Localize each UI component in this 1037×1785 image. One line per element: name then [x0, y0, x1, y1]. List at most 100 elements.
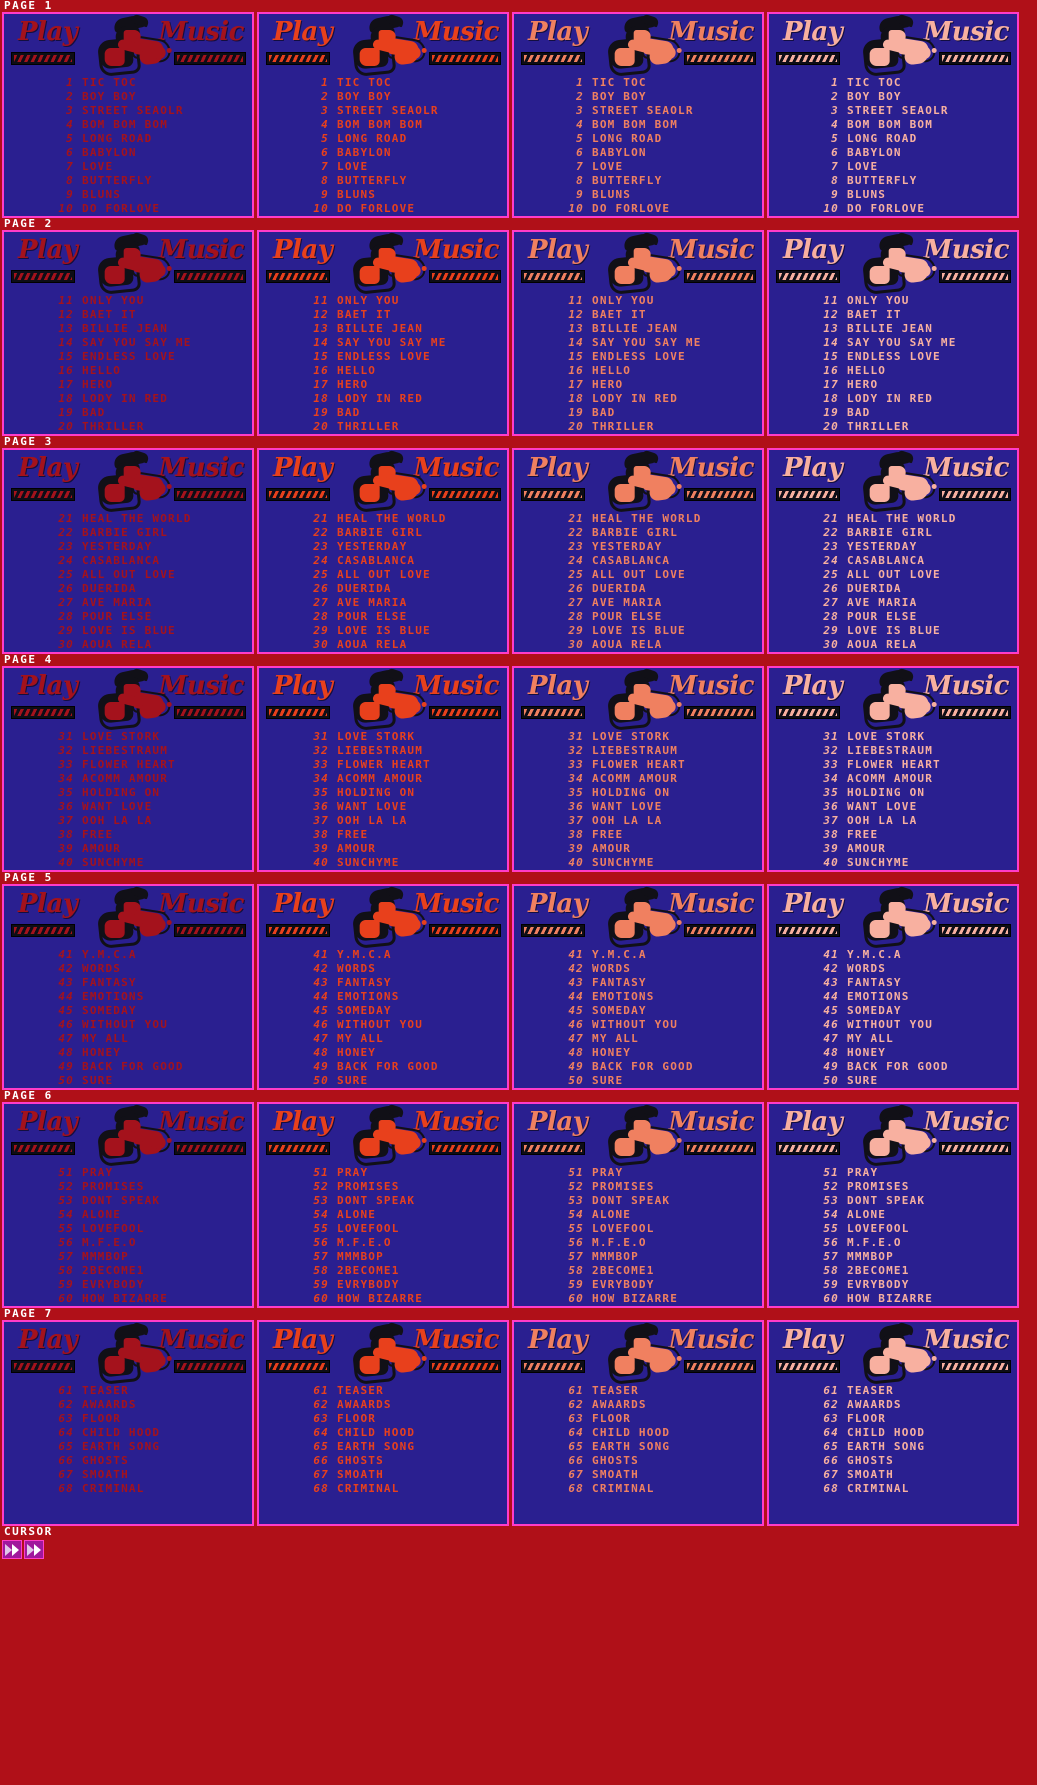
song-row[interactable]: 60 HOW BIZARRE [309, 1292, 507, 1306]
song-row[interactable]: 58 2BECOME1 [819, 1264, 1017, 1278]
song-row[interactable]: 6 BABYLON [54, 146, 252, 160]
song-panel-variant-2[interactable]: Play Music 41 Y.M.C.A 42 WORDS 43 FANTASY 44 EMOT… [257, 884, 509, 1090]
song-panel-variant-3[interactable]: Play Music 61 TEASER 62 AWAARDS 63 FLOOR 64 CHILD… [512, 1320, 764, 1526]
song-row[interactable]: 37 OOH LA LA [54, 814, 252, 828]
song-panel-variant-1[interactable]: Play Music 31 LOVE STORK 32 LIEBESTRAUM 33 FLOW… [2, 666, 254, 872]
song-row[interactable]: 10 DO FORLOVE [564, 202, 762, 216]
song-row[interactable]: 55 LOVEFOOL [819, 1222, 1017, 1236]
song-row[interactable]: 13 BILLIE JEAN [564, 322, 762, 336]
song-panel-variant-2[interactable]: Play Music 11 ONLY YOU 12 BAET IT 13 BILLIE JEA… [257, 230, 509, 436]
song-row[interactable]: 55 LOVEFOOL [309, 1222, 507, 1236]
song-row[interactable]: 7 LOVE [819, 160, 1017, 174]
song-row[interactable]: 39 AMOUR [819, 842, 1017, 856]
song-row[interactable]: 66 GHOSTS [819, 1454, 1017, 1468]
song-row[interactable]: 64 CHILD HOOD [54, 1426, 252, 1440]
song-row[interactable]: 45 SOMEDAY [819, 1004, 1017, 1018]
song-row[interactable]: 35 HOLDING ON [819, 786, 1017, 800]
song-row[interactable]: 7 LOVE [309, 160, 507, 174]
song-row[interactable]: 17 HERO [309, 378, 507, 392]
song-panel-variant-2[interactable]: Play Music 61 TEASER 62 AWAARDS 63 FLOOR 64 CHILD… [257, 1320, 509, 1526]
song-row[interactable]: 12 BAET IT [309, 308, 507, 322]
song-row[interactable]: 47 MY ALL [819, 1032, 1017, 1046]
song-row[interactable]: 42 WORDS [309, 962, 507, 976]
song-row[interactable]: 29 LOVE IS BLUE [564, 624, 762, 638]
song-row[interactable]: 54 ALONE [309, 1208, 507, 1222]
song-row[interactable]: 42 WORDS [54, 962, 252, 976]
song-panel-variant-3[interactable]: Play Music 31 LOVE STORK 32 LIEBESTRAUM 33 FLOW… [512, 666, 764, 872]
song-row[interactable]: 37 OOH LA LA [309, 814, 507, 828]
song-row[interactable]: 15 ENDLESS LOVE [819, 350, 1017, 364]
song-row[interactable]: 51 PRAY [564, 1166, 762, 1180]
song-row[interactable]: 16 HELLO [309, 364, 507, 378]
song-row[interactable]: 22 BARBIE GIRL [309, 526, 507, 540]
song-row[interactable]: 22 BARBIE GIRL [564, 526, 762, 540]
song-row[interactable]: 2 BOY BOY [309, 90, 507, 104]
song-row[interactable]: 30 AOUA RELA [564, 638, 762, 652]
song-row[interactable]: 62 AWAARDS [54, 1398, 252, 1412]
song-row[interactable]: 43 FANTASY [564, 976, 762, 990]
song-row[interactable]: 39 AMOUR [54, 842, 252, 856]
song-panel-variant-2[interactable]: Play Music 51 PRAY 52 PROMISES 53 DONT SPEAK 54 A… [257, 1102, 509, 1308]
song-row[interactable]: 2 BOY BOY [819, 90, 1017, 104]
song-row[interactable]: 32 LIEBESTRAUM [54, 744, 252, 758]
song-row[interactable]: 16 HELLO [819, 364, 1017, 378]
song-row[interactable]: 32 LIEBESTRAUM [564, 744, 762, 758]
song-row[interactable]: 25 ALL OUT LOVE [309, 568, 507, 582]
song-row[interactable]: 24 CASABLANCA [54, 554, 252, 568]
song-row[interactable]: 58 2BECOME1 [54, 1264, 252, 1278]
song-row[interactable]: 18 LODY IN RED [564, 392, 762, 406]
song-row[interactable]: 13 BILLIE JEAN [819, 322, 1017, 336]
song-row[interactable]: 4 BOM BOM BOM [819, 118, 1017, 132]
song-row[interactable]: 52 PROMISES [309, 1180, 507, 1194]
song-row[interactable]: 21 HEAL THE WORLD [309, 512, 507, 526]
song-row[interactable]: 11 ONLY YOU [309, 294, 507, 308]
song-row[interactable]: 43 FANTASY [54, 976, 252, 990]
song-panel-variant-3[interactable]: Play Music 11 ONLY YOU 12 BAET IT 13 BILLIE JEA… [512, 230, 764, 436]
song-row[interactable]: 62 AWAARDS [819, 1398, 1017, 1412]
song-row[interactable]: 50 SURE [309, 1074, 507, 1088]
song-row[interactable]: 34 ACOMM AMOUR [819, 772, 1017, 786]
song-row[interactable]: 23 YESTERDAY [309, 540, 507, 554]
song-row[interactable]: 67 SMOATH [54, 1468, 252, 1482]
song-row[interactable]: 9 BLUNS [309, 188, 507, 202]
song-row[interactable]: 48 HONEY [564, 1046, 762, 1060]
song-panel-variant-1[interactable]: Play Music 11 ONLY YOU 12 BAET IT 13 BILLIE JEA… [2, 230, 254, 436]
song-row[interactable]: 41 Y.M.C.A [564, 948, 762, 962]
song-row[interactable]: 53 DONT SPEAK [309, 1194, 507, 1208]
song-row[interactable]: 49 BACK FOR GOOD [819, 1060, 1017, 1074]
song-row[interactable]: 58 2BECOME1 [309, 1264, 507, 1278]
song-row[interactable]: 42 WORDS [564, 962, 762, 976]
song-row[interactable]: 29 LOVE IS BLUE [309, 624, 507, 638]
song-row[interactable]: 59 EVRYBODY [564, 1278, 762, 1292]
song-row[interactable]: 66 GHOSTS [564, 1454, 762, 1468]
song-row[interactable]: 2 BOY BOY [54, 90, 252, 104]
song-row[interactable]: 55 LOVEFOOL [54, 1222, 252, 1236]
song-row[interactable]: 34 ACOMM AMOUR [309, 772, 507, 786]
song-row[interactable]: 5 LONG ROAD [564, 132, 762, 146]
song-row[interactable]: 24 CASABLANCA [564, 554, 762, 568]
song-row[interactable]: 59 EVRYBODY [819, 1278, 1017, 1292]
song-row[interactable]: 23 YESTERDAY [564, 540, 762, 554]
song-row[interactable]: 16 HELLO [564, 364, 762, 378]
song-row[interactable]: 44 EMOTIONS [309, 990, 507, 1004]
song-row[interactable]: 6 BABYLON [819, 146, 1017, 160]
song-row[interactable]: 54 ALONE [54, 1208, 252, 1222]
song-row[interactable]: 15 ENDLESS LOVE [54, 350, 252, 364]
song-row[interactable]: 14 SAY YOU SAY ME [564, 336, 762, 350]
song-row[interactable]: 65 EARTH SONG [564, 1440, 762, 1454]
song-row[interactable]: 44 EMOTIONS [819, 990, 1017, 1004]
song-panel-variant-4[interactable]: Play Music 41 Y.M.C.A 42 WORDS 43 FANTASY 44 EMOT… [767, 884, 1019, 1090]
song-row[interactable]: 18 LODY IN RED [54, 392, 252, 406]
song-row[interactable]: 14 SAY YOU SAY ME [54, 336, 252, 350]
song-row[interactable]: 56 M.F.E.O [564, 1236, 762, 1250]
song-row[interactable]: 45 SOMEDAY [309, 1004, 507, 1018]
song-row[interactable]: 37 OOH LA LA [819, 814, 1017, 828]
song-row[interactable]: 31 LOVE STORK [54, 730, 252, 744]
song-row[interactable]: 33 FLOWER HEART [309, 758, 507, 772]
song-row[interactable]: 31 LOVE STORK [819, 730, 1017, 744]
song-row[interactable]: 29 LOVE IS BLUE [54, 624, 252, 638]
song-row[interactable]: 2 BOY BOY [564, 90, 762, 104]
song-row[interactable]: 65 EARTH SONG [819, 1440, 1017, 1454]
song-row[interactable]: 10 DO FORLOVE [819, 202, 1017, 216]
song-row[interactable]: 4 BOM BOM BOM [309, 118, 507, 132]
